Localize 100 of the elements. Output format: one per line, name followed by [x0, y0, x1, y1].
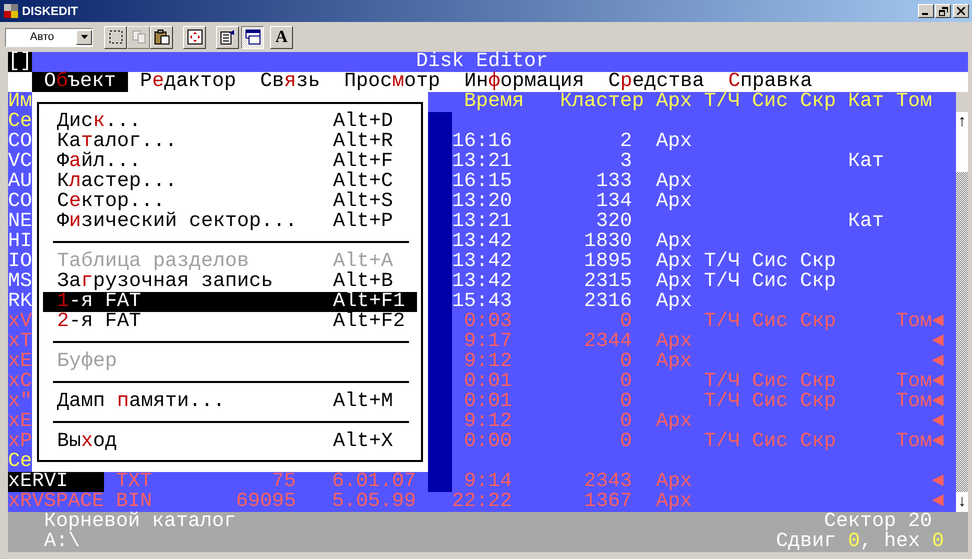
app-icon — [3, 3, 19, 19]
sector-label[interactable]: Ce — [8, 112, 32, 132]
file-size: 69095 — [236, 492, 296, 512]
font-button[interactable]: A — [270, 26, 293, 48]
console-title: Disk Editor — [416, 52, 548, 72]
menu-item[interactable]: Сектор... Alt+S — [43, 192, 417, 212]
attribute-label: Скр — [800, 372, 836, 392]
attribute-label: Арх — [656, 292, 692, 312]
restore-icon — [938, 6, 948, 16]
file-time: 0:01 — [464, 392, 512, 412]
deleted-marker: ◄ — [932, 372, 944, 392]
fullscreen-button[interactable] — [183, 26, 206, 48]
menu-item[interactable]: Файл... Alt+F — [43, 152, 417, 172]
file-name[interactable]: RK — [8, 292, 32, 312]
column-header: Скр — [800, 92, 836, 112]
copy-icon — [130, 29, 146, 45]
attribute-label: Сис — [752, 312, 788, 332]
deleted-marker: ◄ — [932, 412, 944, 432]
attribute-label: Том — [896, 432, 932, 452]
menu-item[interactable]: Объект — [32, 72, 128, 92]
attribute-label: Арх — [656, 332, 692, 352]
cluster-number: 1367 — [584, 492, 632, 512]
location-text: Корневой каталог — [44, 512, 236, 532]
close-icon — [957, 7, 965, 15]
attribute-label: Скр — [800, 252, 836, 272]
background-button[interactable] — [241, 26, 264, 48]
file-name[interactable]: CO — [8, 192, 32, 212]
file-name[interactable]: xERVI — [8, 472, 104, 492]
file-name[interactable]: IO — [8, 252, 32, 272]
mark-button[interactable] — [104, 26, 127, 48]
file-time: 9:14 — [464, 472, 512, 492]
attribute-label: Арх — [656, 352, 692, 372]
attribute-label: Скр — [800, 272, 836, 292]
menu-item[interactable]: Выход Alt+X — [43, 432, 417, 452]
menu-item[interactable]: Дамп памяти... Alt+M — [43, 392, 417, 412]
file-name[interactable]: VC — [8, 152, 32, 172]
menu-item[interactable]: Диск... Alt+D — [43, 112, 417, 132]
attribute-label: Т/Ч — [704, 312, 740, 332]
column-header: Арх — [656, 92, 692, 112]
clipboard-icon — [154, 29, 170, 45]
cluster-number: 0 — [620, 432, 632, 452]
file-time: 15:43 — [452, 292, 512, 312]
cluster-number: 1830 — [584, 232, 632, 252]
file-time: 22:22 — [452, 492, 512, 512]
attribute-label: Кат — [848, 152, 884, 172]
column-header: Том — [896, 92, 932, 112]
paste-button[interactable] — [150, 26, 173, 48]
attribute-label: Сис — [752, 272, 788, 292]
file-extension: TXT — [116, 472, 152, 492]
menu-item[interactable]: 1-я FAT Alt+F1 — [43, 292, 417, 312]
path-text: A:\ — [44, 532, 80, 552]
arrows-icon — [186, 29, 202, 45]
scrollbar-thumb[interactable] — [956, 132, 968, 172]
column-header: Время — [464, 92, 524, 112]
cluster-number: 0 — [620, 372, 632, 392]
file-size: 75 — [272, 472, 296, 492]
attribute-label: Том — [896, 312, 932, 332]
minimize-button[interactable] — [918, 4, 934, 18]
deleted-marker: ◄ — [932, 492, 944, 512]
cluster-number: 2316 — [584, 292, 632, 312]
attribute-label: Скр — [800, 432, 836, 452]
attribute-label: Т/Ч — [704, 392, 740, 412]
file-time: 9:12 — [464, 412, 512, 432]
scroll-down-button[interactable]: ↓ — [956, 492, 968, 512]
scrollbar[interactable]: ↑ ↓ — [956, 112, 968, 512]
column-header: Им — [8, 92, 32, 112]
file-name[interactable]: NE — [8, 212, 32, 232]
menu-item[interactable]: 2-я FAT Alt+F2 — [43, 312, 417, 332]
close-box[interactable]: [] — [8, 52, 32, 72]
menu-item[interactable]: Загрузочная запись Alt+B — [43, 272, 417, 292]
properties-button[interactable] — [216, 26, 239, 48]
file-time: 0:00 — [464, 432, 512, 452]
scroll-up-button[interactable]: ↑ — [956, 112, 968, 132]
attribute-label: Т/Ч — [704, 432, 740, 452]
file-time: 16:16 — [452, 132, 512, 152]
cluster-number: 133 — [596, 172, 632, 192]
cluster-number: 2315 — [584, 272, 632, 292]
cluster-number: 0 — [620, 352, 632, 372]
column-header: Кластер — [560, 92, 644, 112]
restore-button[interactable] — [935, 4, 951, 18]
dropdown-button[interactable] — [76, 30, 92, 44]
attribute-label: Том — [896, 372, 932, 392]
menu-item[interactable]: Физический сектор... Alt+P — [43, 212, 417, 232]
deleted-marker: ◄ — [932, 472, 944, 492]
attribute-label: Сис — [752, 372, 788, 392]
sector-label[interactable]: Ce — [8, 452, 32, 472]
window-icon — [244, 29, 260, 45]
attribute-label: Скр — [800, 312, 836, 332]
file-name[interactable]: MS — [8, 272, 32, 292]
close-button[interactable] — [953, 4, 969, 18]
file-name[interactable]: CO — [8, 132, 32, 152]
cluster-number: 320 — [596, 212, 632, 232]
cluster-number: 2344 — [584, 332, 632, 352]
menu-item[interactable]: Каталог... Alt+R — [43, 132, 417, 152]
column-header: Сис — [752, 92, 788, 112]
cluster-number: 134 — [596, 192, 632, 212]
menu-item[interactable]: Кластер... Alt+C — [43, 172, 417, 192]
file-name[interactable]: AU — [8, 172, 32, 192]
font-size-select[interactable]: Авто — [5, 28, 93, 46]
file-name[interactable]: HI — [8, 232, 32, 252]
